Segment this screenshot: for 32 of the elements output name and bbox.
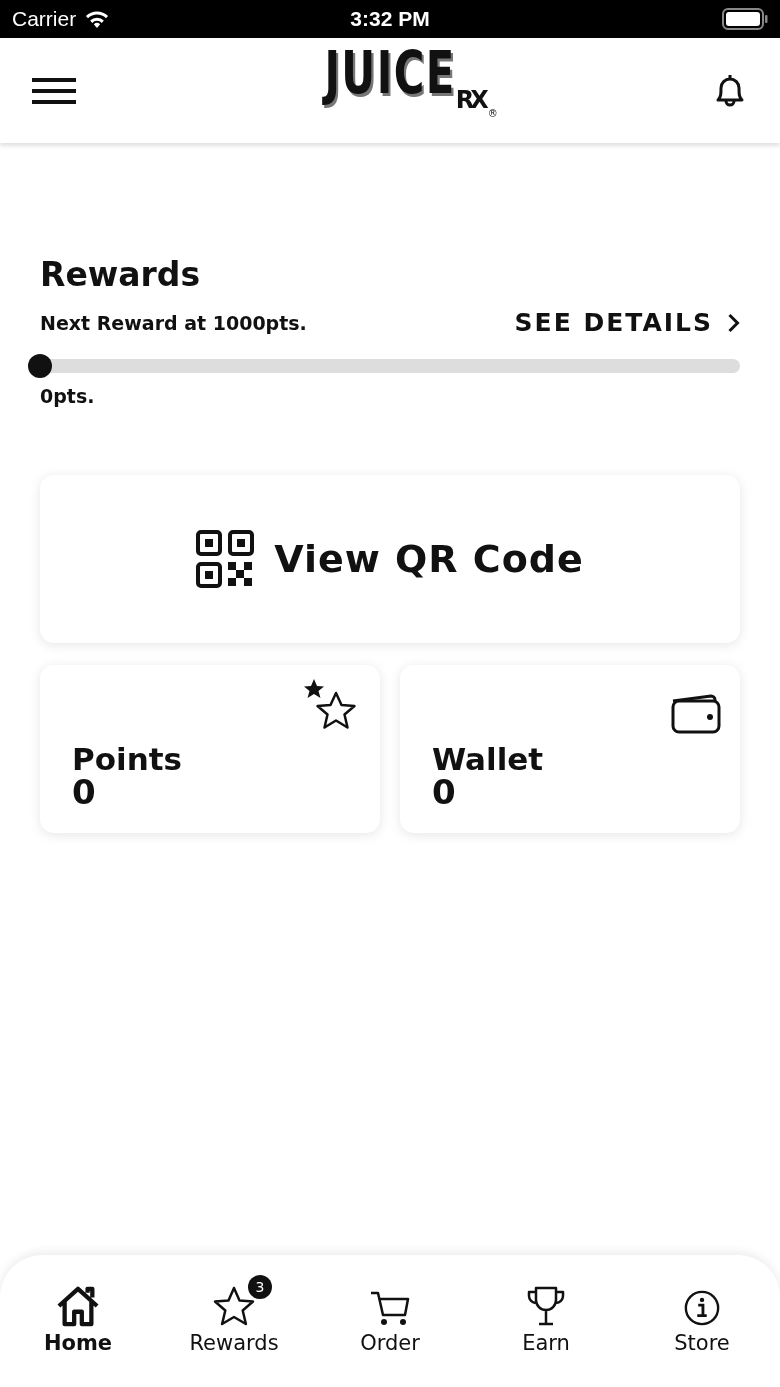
wifi-icon — [84, 9, 111, 29]
card-label: Points — [72, 742, 182, 776]
points-reading: 0pts. — [40, 385, 96, 407]
balance-card[interactable]: Points 0 — [40, 665, 380, 833]
balance-card[interactable]: Wallet 0 — [400, 665, 740, 833]
card-label: Wallet — [432, 742, 544, 776]
qr-code-icon — [196, 530, 255, 588]
status-time: 3:32 PM — [350, 7, 430, 31]
home-icon — [55, 1285, 101, 1327]
battery-icon — [722, 8, 768, 30]
logo-wordmark: JUICE — [324, 42, 456, 106]
tab[interactable]: Earn — [468, 1255, 624, 1387]
next-reward-text: Next Reward at 1000pts. — [40, 311, 307, 334]
rewards-title: Rewards — [40, 255, 202, 294]
chevron-right-icon — [727, 312, 740, 333]
cart-icon — [369, 1289, 411, 1327]
tab[interactable]: Home — [0, 1255, 156, 1387]
tab[interactable]: 3 Rewards — [156, 1255, 312, 1387]
see-details-link[interactable]: SEE DETAILS — [514, 308, 740, 337]
carrier-name: Carrier — [12, 7, 77, 31]
tab[interactable]: Order — [312, 1255, 468, 1387]
view-qr-code-button[interactable]: View QR Code — [40, 475, 740, 643]
card-value: 0 — [432, 775, 457, 811]
info-icon — [683, 1289, 721, 1327]
registered-mark: ® — [487, 108, 498, 119]
card-value: 0 — [72, 775, 97, 811]
menu-icon[interactable] — [32, 75, 76, 106]
tab[interactable]: Store — [624, 1255, 780, 1387]
tab-badge: 3 — [248, 1275, 272, 1299]
logo-mark: RX — [455, 86, 485, 114]
trophy-icon — [525, 1285, 567, 1327]
star-icon — [212, 1285, 256, 1327]
